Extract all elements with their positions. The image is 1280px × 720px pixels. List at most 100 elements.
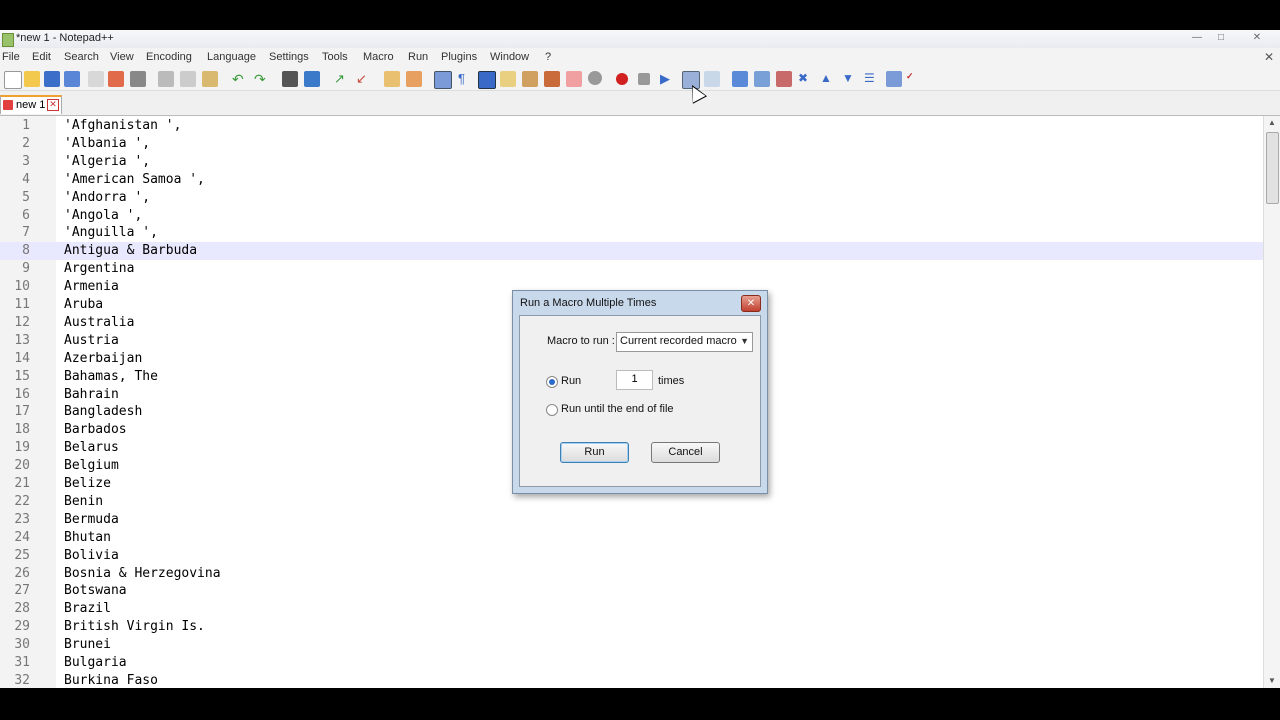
doc-map-icon[interactable] <box>500 71 516 87</box>
run-button[interactable]: Run <box>560 442 629 463</box>
editor-line[interactable]: 24 Bhutan <box>0 529 1264 547</box>
zoom-in-icon[interactable]: ↗ <box>334 71 350 87</box>
line-text: 'Angola ', <box>64 207 143 223</box>
editor-line[interactable]: 28 Brazil <box>0 600 1264 618</box>
close-all-icon[interactable] <box>108 71 124 87</box>
editor-line[interactable]: 1 'Afghanistan ', <box>0 117 1264 135</box>
toolbar-icon-a[interactable] <box>732 71 748 87</box>
editor-line[interactable]: 7 'Anguilla ', <box>0 224 1264 242</box>
line-number: 25 <box>14 547 30 563</box>
dialog-close-icon[interactable]: ✕ <box>741 295 761 312</box>
menu-search[interactable]: Search <box>64 51 99 63</box>
menu-plugins[interactable]: Plugins <box>441 51 477 63</box>
close-file-icon[interactable] <box>88 71 104 87</box>
close-window-icon[interactable]: ✕ <box>1246 30 1268 46</box>
folder-workspace-icon[interactable] <box>544 71 560 87</box>
run-until-end-radio[interactable] <box>546 404 558 416</box>
record-macro-icon[interactable] <box>616 73 628 85</box>
editor-line[interactable]: 5 'Andorra ', <box>0 189 1264 207</box>
editor-line[interactable]: 22 Benin <box>0 493 1264 511</box>
close-document-icon[interactable]: ✕ <box>1264 50 1274 64</box>
minimize-icon[interactable]: — <box>1186 30 1208 46</box>
undo-icon[interactable]: ↶ <box>232 71 248 87</box>
print-icon[interactable] <box>130 71 146 87</box>
vertical-scrollbar[interactable]: ▲ ▼ <box>1263 116 1280 688</box>
menu-settings[interactable]: Settings <box>269 51 309 63</box>
editor-line[interactable]: 31 Bulgaria <box>0 654 1264 672</box>
line-text: Bolivia <box>64 547 119 563</box>
menu-encoding[interactable]: Encoding <box>146 51 192 63</box>
stop-recording-icon[interactable] <box>638 73 650 85</box>
line-text: Benin <box>64 493 104 509</box>
scroll-thumb[interactable] <box>1266 132 1279 204</box>
macro-select[interactable]: Current recorded macro ▼ <box>616 332 753 352</box>
editor-line[interactable]: 3 'Algeria ', <box>0 153 1264 171</box>
replace-icon[interactable] <box>304 71 320 87</box>
tab-close-icon[interactable]: ✕ <box>47 99 59 111</box>
monitoring-icon[interactable] <box>566 71 582 87</box>
times-input[interactable]: 1 <box>616 370 653 390</box>
redo-icon[interactable]: ↷ <box>254 71 270 87</box>
show-all-chars-icon[interactable]: ¶ <box>458 71 474 87</box>
menu-run[interactable]: Run <box>408 51 428 63</box>
cancel-button[interactable]: Cancel <box>651 442 720 463</box>
copy-icon[interactable] <box>180 71 196 87</box>
save-icon[interactable] <box>44 71 60 87</box>
sync-vertical-icon[interactable] <box>384 71 400 87</box>
find-icon[interactable] <box>282 71 298 87</box>
menu-macro[interactable]: Macro <box>363 51 394 63</box>
toolbar-icon-f[interactable] <box>886 71 902 87</box>
open-file-icon[interactable] <box>24 71 40 87</box>
editor-line[interactable]: 2 'Albania ', <box>0 135 1264 153</box>
scroll-down-icon[interactable]: ▼ <box>1264 674 1280 688</box>
record-stop-icon[interactable] <box>588 71 602 85</box>
spell-check-icon[interactable]: ✓ <box>906 71 922 87</box>
line-text: 'American Samoa ', <box>64 171 205 187</box>
line-text: 'Anguilla ', <box>64 225 158 241</box>
maximize-icon[interactable]: □ <box>1210 30 1232 46</box>
menu-language[interactable]: Language <box>207 51 256 63</box>
toolbar-icon-c[interactable] <box>776 71 792 87</box>
save-all-icon[interactable] <box>64 71 80 87</box>
editor-line[interactable]: 4 'American Samoa ', <box>0 171 1264 189</box>
menu-view[interactable]: View <box>110 51 134 63</box>
sync-horizontal-icon[interactable] <box>406 71 422 87</box>
editor-line[interactable]: 6 'Angola ', <box>0 207 1264 225</box>
editor-line[interactable]: 29 British Virgin Is. <box>0 618 1264 636</box>
cut-icon[interactable] <box>158 71 174 87</box>
save-macro-icon[interactable] <box>704 71 720 87</box>
line-number: 6 <box>22 207 30 223</box>
scroll-up-icon[interactable]: ▲ <box>1264 116 1280 130</box>
menu-help[interactable]: ? <box>545 51 551 63</box>
editor-line[interactable]: 8 Antigua & Barbuda <box>0 242 1264 261</box>
editor-line[interactable]: 9 Argentina <box>0 260 1264 278</box>
new-file-icon[interactable] <box>4 71 22 89</box>
line-number: 20 <box>14 458 30 474</box>
menu-edit[interactable]: Edit <box>32 51 51 63</box>
arrow-up-icon[interactable]: ▲ <box>820 71 836 87</box>
paste-icon[interactable] <box>202 71 218 87</box>
toolbar-icon-b[interactable] <box>754 71 770 87</box>
toolbar-icon-d[interactable]: ✖ <box>798 71 814 87</box>
tab-bar: new 1 ✕ <box>0 91 1280 116</box>
editor-line[interactable]: 23 Bermuda <box>0 511 1264 529</box>
run-times-radio[interactable] <box>546 376 558 388</box>
line-text: 'Algeria ', <box>64 153 151 169</box>
editor-line[interactable]: 25 Bolivia <box>0 547 1264 565</box>
arrow-down-icon[interactable]: ▼ <box>842 71 858 87</box>
toolbar-icon-e[interactable]: ☰ <box>864 71 880 87</box>
playback-macro-icon[interactable]: ▶ <box>660 71 676 87</box>
word-wrap-icon[interactable] <box>434 71 452 89</box>
menu-tools[interactable]: Tools <box>322 51 348 63</box>
zoom-out-icon[interactable]: ↙ <box>356 71 372 87</box>
indent-guide-icon[interactable] <box>478 71 496 89</box>
editor-line[interactable]: 30 Brunei <box>0 636 1264 654</box>
menu-file[interactable]: File <box>2 51 20 63</box>
editor-line[interactable]: 27 Botswana <box>0 582 1264 600</box>
editor-line[interactable]: 32 Burkina Faso <box>0 672 1264 688</box>
editor-line[interactable]: 26 Bosnia & Herzegovina <box>0 565 1264 583</box>
menu-window[interactable]: Window <box>490 51 529 63</box>
function-list-icon[interactable] <box>522 71 538 87</box>
tab-new-1[interactable]: new 1 ✕ <box>0 95 62 114</box>
line-number: 28 <box>14 601 30 617</box>
